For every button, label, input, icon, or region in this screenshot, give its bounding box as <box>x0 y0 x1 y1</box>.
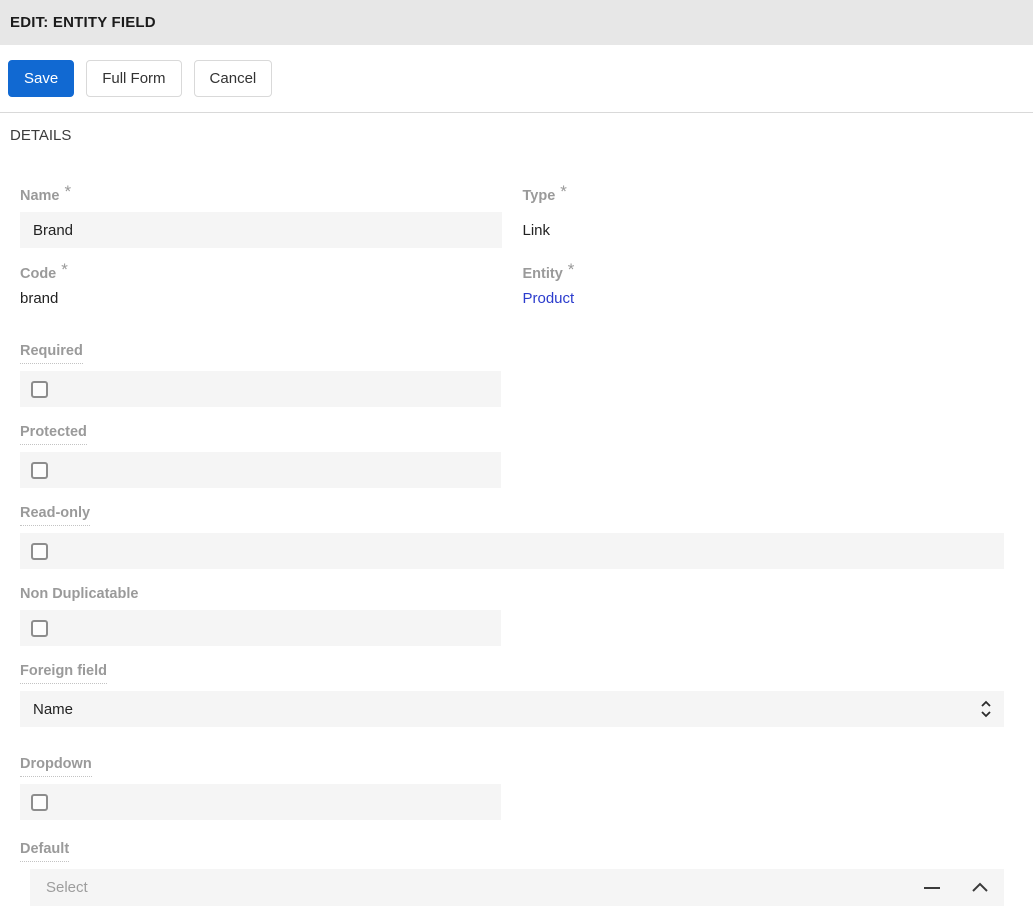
save-button[interactable]: Save <box>8 60 75 97</box>
protected-checkbox-cell <box>20 452 501 488</box>
field-required: Required <box>20 342 1004 407</box>
required-checkbox-cell <box>20 371 501 407</box>
default-label: Default <box>20 840 1004 862</box>
required-marker: * <box>567 260 575 279</box>
required-marker: * <box>64 182 72 201</box>
non-duplicatable-label: Non Duplicatable <box>20 586 139 602</box>
page-header: EDIT: ENTITY FIELD <box>0 0 1033 45</box>
read-only-checkbox[interactable] <box>31 542 48 560</box>
field-type: Type * Link <box>522 182 1005 248</box>
field-default: Default Select <box>20 840 1004 906</box>
dropdown-checkbox[interactable] <box>31 793 48 811</box>
required-marker: * <box>560 182 567 201</box>
foreign-field-select[interactable]: Name <box>20 691 1004 727</box>
field-non-duplicatable: Non Duplicatable <box>20 585 1004 646</box>
edit-form: Name* Type* Link Code* brand Entity* Pro… <box>0 144 1033 906</box>
foreign-field-value: Name <box>33 700 74 718</box>
type-label: Type * <box>522 182 567 205</box>
required-marker: * <box>61 260 68 279</box>
cancel-button[interactable]: Cancel <box>193 60 273 97</box>
remove-icon[interactable] <box>922 878 942 898</box>
entity-link[interactable]: Product <box>523 290 575 307</box>
toolbar: Save Full Form Cancel <box>0 45 1033 112</box>
select-chevron-icon <box>980 699 992 723</box>
toolbar-divider <box>0 112 1033 113</box>
field-name: Name * <box>20 182 502 248</box>
code-value: brand <box>20 290 59 307</box>
default-placeholder: Select <box>46 879 88 896</box>
read-only-label: Read-only <box>20 504 1004 526</box>
details-panel-title: DETAILS <box>10 127 72 144</box>
required-label: Required <box>20 342 1004 364</box>
non-duplicatable-checkbox[interactable] <box>31 619 48 637</box>
full-form-button[interactable]: Full Form <box>86 60 182 97</box>
field-entity: Entity * Product <box>522 260 1005 320</box>
page-title: EDIT: ENTITY FIELD <box>10 14 156 31</box>
entity-label: Entity * <box>522 260 575 283</box>
type-value: Link <box>522 221 551 239</box>
field-read-only: Read-only <box>20 504 1004 569</box>
default-select-field[interactable]: Select <box>30 869 1004 906</box>
protected-checkbox[interactable] <box>31 461 48 479</box>
non-duplicatable-checkbox-cell <box>20 610 501 646</box>
read-only-checkbox-cell <box>20 533 1004 569</box>
protected-label: Protected <box>20 423 1004 445</box>
name-label: Name * <box>20 182 72 205</box>
code-label: Code * <box>20 260 68 283</box>
dropdown-label: Dropdown <box>20 755 1004 777</box>
field-foreign-field: Foreign field Name <box>20 662 1004 727</box>
field-dropdown: Dropdown <box>20 755 1004 820</box>
field-protected: Protected <box>20 423 1004 488</box>
dropdown-checkbox-cell <box>20 784 501 820</box>
field-code: Code * brand <box>20 260 502 320</box>
required-checkbox[interactable] <box>31 380 48 398</box>
name-input[interactable] <box>20 212 502 248</box>
foreign-field-label: Foreign field <box>20 662 1004 684</box>
caret-up-icon[interactable] <box>970 878 990 898</box>
